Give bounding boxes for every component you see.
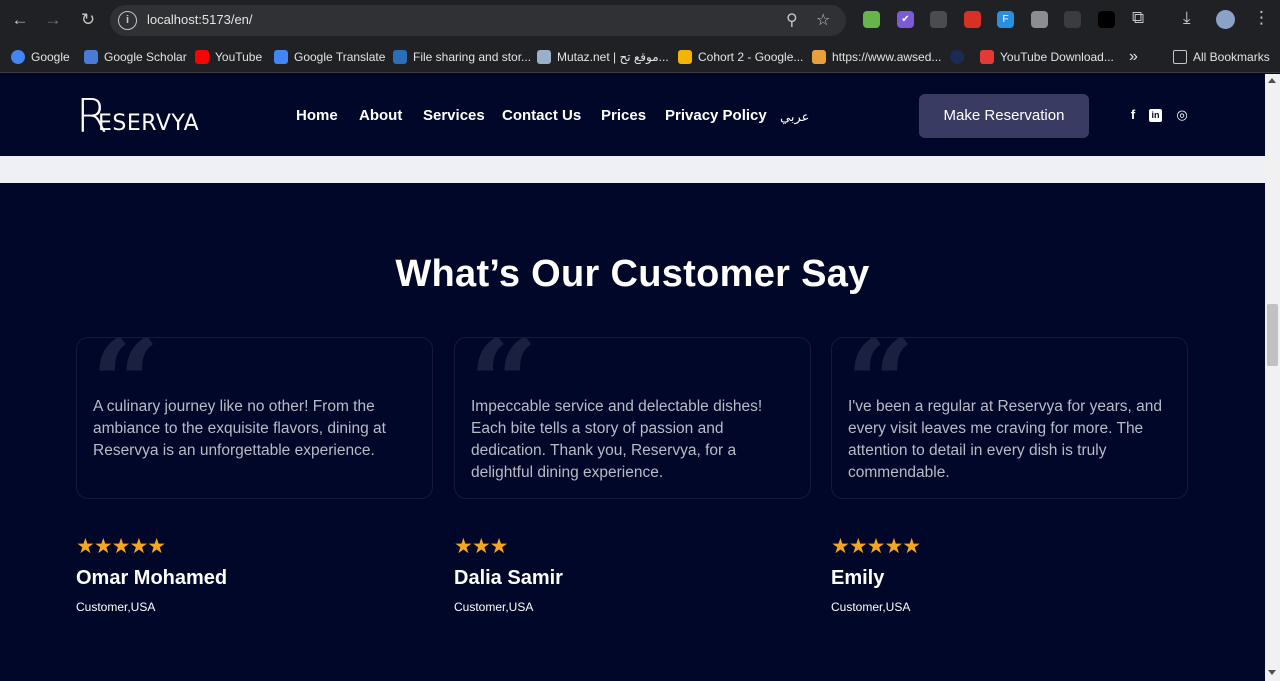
page-scrollbar[interactable] (1265, 74, 1280, 681)
customer-name: Omar Mohamed (76, 567, 228, 589)
all-bookmarks-button[interactable]: All Bookmarks (1173, 48, 1270, 65)
testimonial-text: I've been a regular at Reservya for year… (848, 398, 1162, 481)
bookmark-icon (950, 49, 964, 64)
menu-dots-icon[interactable]: ⋮ (1253, 8, 1270, 28)
bookmark-awsed[interactable]: https://www.awsed... (812, 48, 941, 65)
scroll-down-icon[interactable] (1268, 670, 1276, 675)
nav-about[interactable]: About (359, 107, 402, 124)
customer-location: Customer,USA (76, 600, 156, 614)
bookmark-unnamed[interactable] (950, 48, 970, 65)
extension-recycle-icon[interactable] (1064, 11, 1081, 28)
make-reservation-button[interactable]: Make Reservation (919, 94, 1089, 138)
scroll-up-icon[interactable] (1268, 78, 1276, 83)
page-viewport: R ESERVYA Home About Services Contact Us… (0, 74, 1265, 681)
site-header: R ESERVYA Home About Services Contact Us… (0, 74, 1265, 156)
bookmark-google-translate[interactable]: Google Translate (274, 48, 385, 65)
testimonials-title: What’s Our Customer Say (395, 253, 870, 295)
testimonial-card: “ A culinary journey like no other! From… (76, 337, 433, 499)
forward-arrow-icon[interactable]: → (41, 8, 65, 32)
reload-icon[interactable]: ↻ (76, 8, 100, 32)
extension-blue-icon[interactable]: F (997, 11, 1014, 28)
scholar-icon (84, 49, 98, 64)
translate-icon (274, 49, 288, 64)
bookmarks-bar: Google Google Scholar YouTube Google Tra… (0, 40, 1280, 73)
profile-avatar[interactable] (1216, 10, 1235, 29)
nav-contact-us[interactable]: Contact Us (502, 107, 581, 124)
facebook-icon[interactable]: f (1125, 107, 1141, 123)
testimonial-text: A culinary journey like no other! From t… (93, 398, 386, 459)
download-icon[interactable]: ⤓ (1183, 8, 1191, 28)
drive-icon (678, 49, 692, 64)
extension-dark-icon[interactable] (1098, 11, 1115, 28)
folder-icon (1173, 49, 1187, 64)
bookmark-youtube[interactable]: YouTube (195, 48, 262, 65)
extension-green-icon[interactable] (863, 11, 880, 28)
bookmark-cohort[interactable]: Cohort 2 - Google... (678, 48, 803, 65)
nav-home[interactable]: Home (296, 107, 338, 124)
extension-check-icon[interactable]: ✔ (897, 11, 914, 28)
download-app-icon (980, 49, 994, 64)
customer-name: Dalia Samir (454, 567, 563, 589)
testimonial-card: “ Impeccable service and delectable dish… (454, 337, 811, 499)
linkedin-icon[interactable]: in (1149, 109, 1162, 122)
back-arrow-icon[interactable]: ← (8, 8, 32, 32)
extension-red-icon[interactable] (964, 11, 981, 28)
mutaz-icon (537, 49, 551, 64)
address-bar[interactable]: i localhost:5173/en/ ⚲ ☆ (110, 5, 846, 36)
browser-toolbar: ← → ↻ i localhost:5173/en/ ⚲ ☆ ✔ F ⧉ ⤓ ⋮ (0, 0, 1280, 40)
extensions-puzzle-icon[interactable]: ⧉ (1132, 8, 1144, 28)
star-rating: ★★★★★ (831, 535, 921, 558)
url-text: localhost:5173/en/ (147, 12, 253, 27)
bookmark-google[interactable]: Google (11, 48, 70, 65)
box-icon (812, 49, 826, 64)
zoom-icon[interactable]: ⚲ (786, 10, 798, 30)
nav-services[interactable]: Services (423, 107, 485, 124)
star-rating: ★★★★★ (76, 535, 166, 558)
site-info-icon[interactable]: i (118, 11, 137, 30)
testimonial-text: Impeccable service and delectable dishes… (471, 398, 763, 481)
scrollbar-thumb[interactable] (1267, 304, 1278, 366)
nav-prices[interactable]: Prices (601, 107, 646, 124)
customer-location: Customer,USA (831, 600, 911, 614)
file-sharing-icon (393, 49, 407, 64)
nav-language-arabic[interactable]: عربي (780, 109, 809, 125)
bookmark-google-scholar[interactable]: Google Scholar (84, 48, 187, 65)
google-icon (11, 49, 25, 64)
more-bookmarks-button[interactable]: » (1129, 48, 1138, 65)
section-divider (0, 156, 1265, 183)
bookmark-file-sharing[interactable]: File sharing and stor... (393, 48, 531, 65)
nav-privacy-policy[interactable]: Privacy Policy (665, 107, 767, 124)
star-rating: ★★★ (454, 535, 508, 558)
instagram-icon[interactable]: ◎ (1174, 107, 1190, 123)
bookmark-mutaz[interactable]: Mutaz.net | موقع تح... (537, 48, 669, 65)
extension-gray-icon[interactable] (930, 11, 947, 28)
reservya-logo[interactable]: R ESERVYA (76, 93, 200, 139)
testimonial-card: “ I've been a regular at Reservya for ye… (831, 337, 1188, 499)
extension-camera-icon[interactable] (1031, 11, 1048, 28)
customer-name: Emily (831, 567, 885, 589)
customer-location: Customer,USA (454, 600, 534, 614)
bookmark-youtube-download[interactable]: YouTube Download... (980, 48, 1114, 65)
youtube-icon (195, 49, 209, 64)
logo-text: ESERVYA (97, 111, 200, 136)
bookmark-star-icon[interactable]: ☆ (816, 10, 830, 30)
